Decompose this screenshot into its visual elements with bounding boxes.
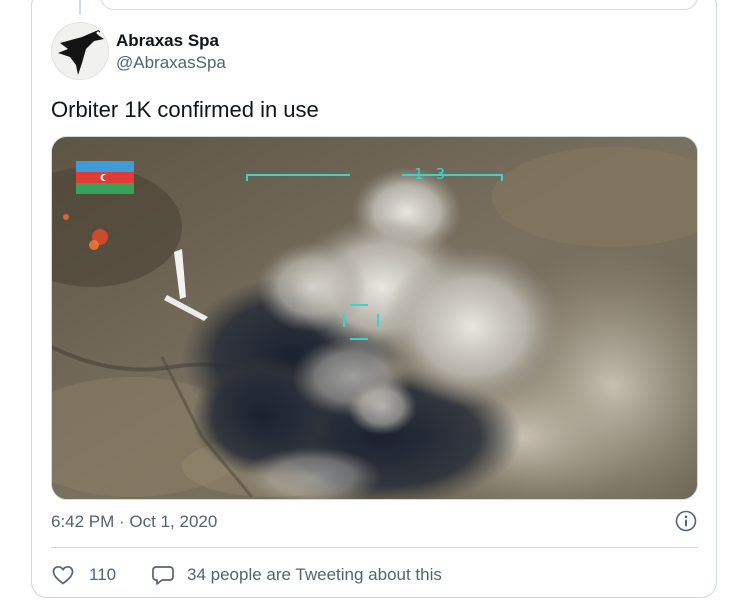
heart-icon bbox=[52, 565, 74, 585]
previous-tweet-box[interactable] bbox=[100, 0, 698, 10]
aerial-smoke-scene bbox=[52, 137, 697, 499]
like-button[interactable]: 110 bbox=[51, 562, 116, 588]
tweeting-about-link[interactable]: 34 people are Tweeting about this bbox=[151, 562, 442, 588]
info-icon[interactable] bbox=[675, 510, 697, 532]
tweet-media-video[interactable]: 1 3 bbox=[51, 136, 698, 500]
thread-line bbox=[79, 0, 81, 14]
hud-number: 1 3 bbox=[414, 165, 448, 183]
author-handle[interactable]: @AbraxasSpa bbox=[116, 53, 226, 73]
azerbaijan-flag-icon bbox=[76, 161, 134, 194]
tweet-text: Orbiter 1K confirmed in use bbox=[51, 97, 319, 122]
bird-logo-icon bbox=[58, 29, 104, 75]
avatar[interactable] bbox=[51, 22, 109, 80]
author-name[interactable]: Abraxas Spa bbox=[116, 31, 219, 51]
speech-bubble-icon bbox=[152, 566, 174, 585]
tweet-timestamp[interactable]: 6:42 PM · Oct 1, 2020 bbox=[51, 512, 217, 532]
like-count: 110 bbox=[89, 565, 117, 584]
tweeting-about-text: 34 people are Tweeting about this bbox=[187, 565, 442, 584]
divider bbox=[51, 547, 698, 548]
